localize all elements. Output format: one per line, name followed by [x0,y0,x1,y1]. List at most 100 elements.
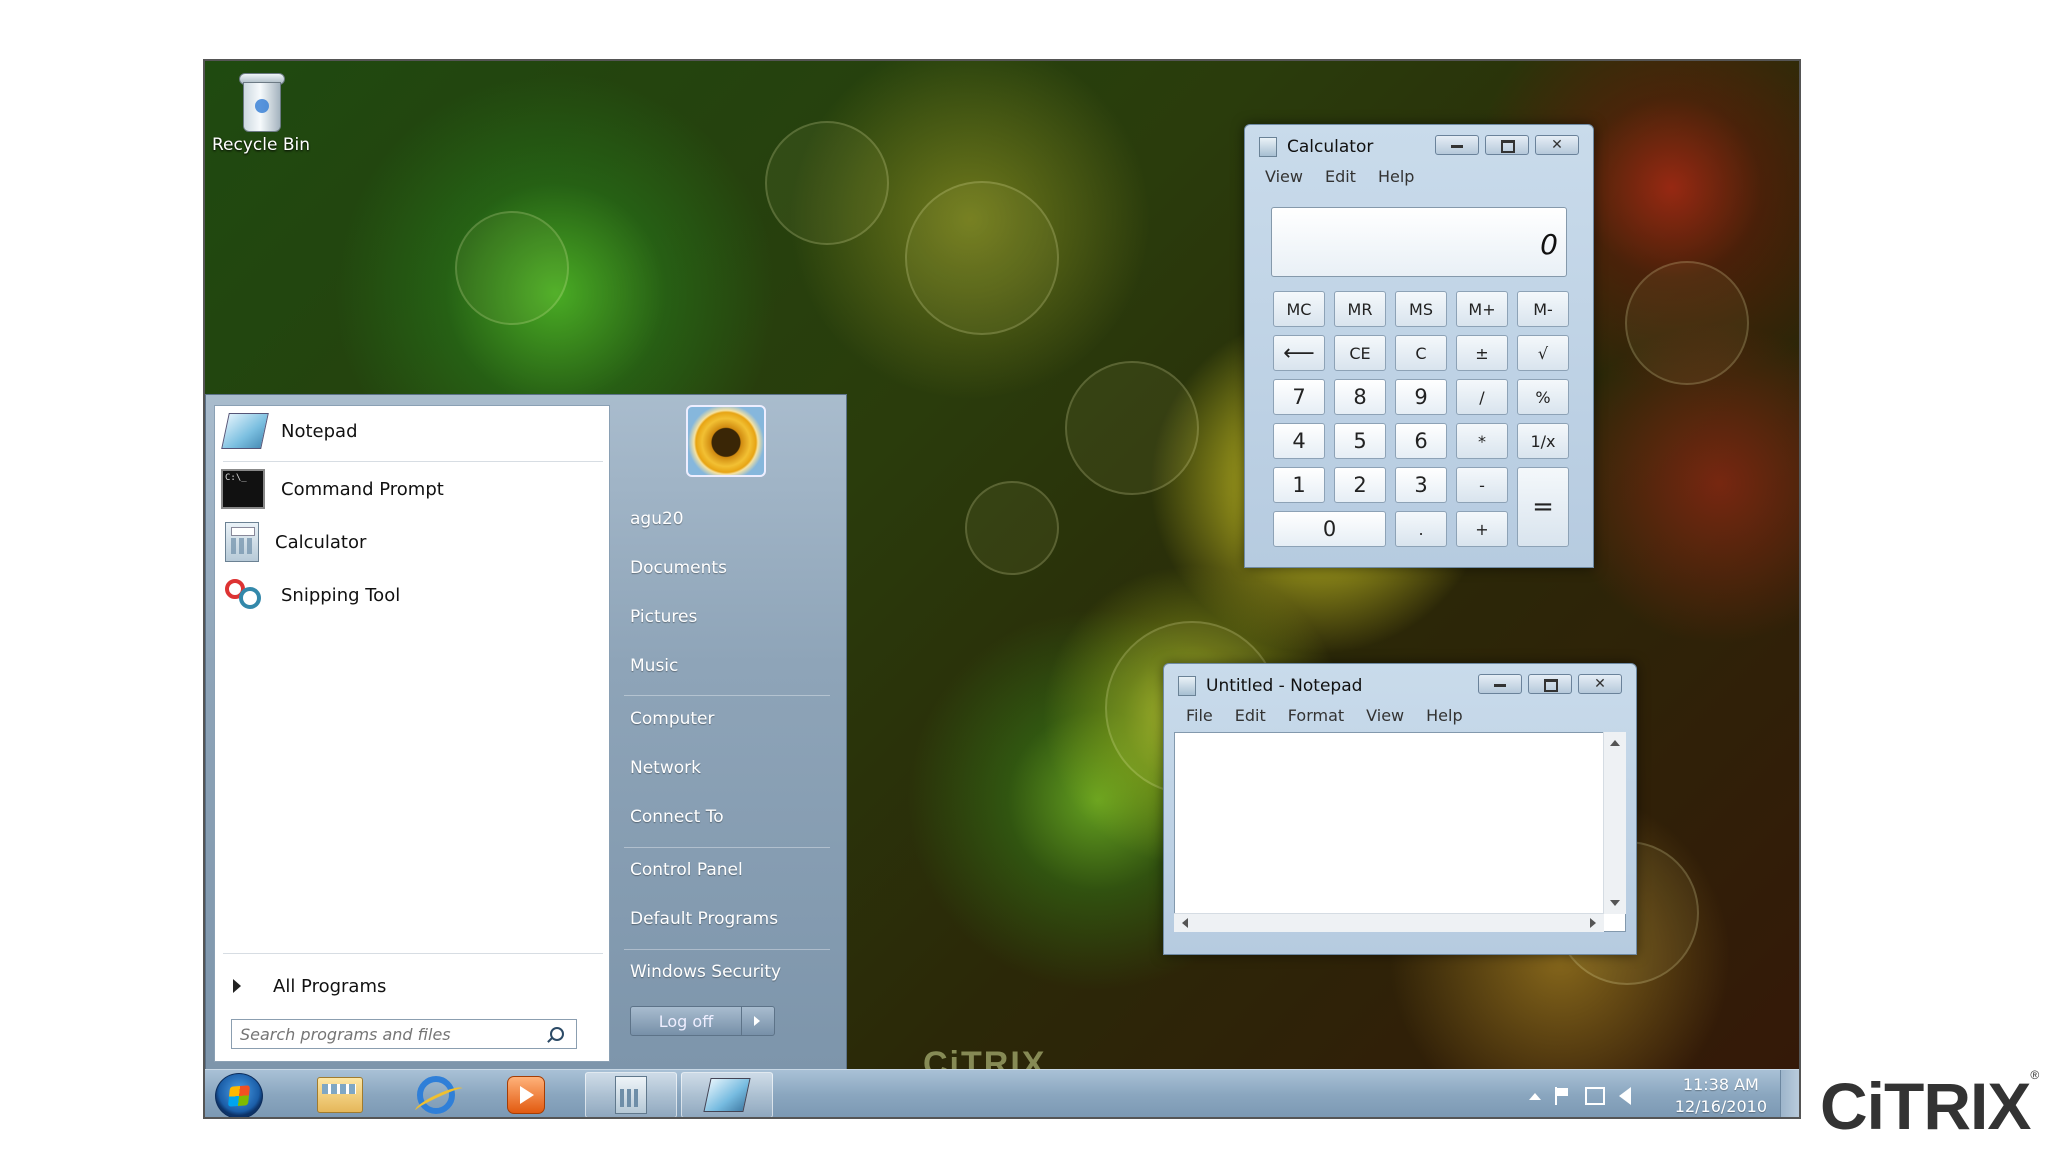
maximize-button[interactable] [1528,674,1572,694]
digit-5-button[interactable]: 5 [1334,423,1386,459]
sqrt-button[interactable]: √ [1517,335,1569,371]
recycle-bin[interactable]: Recycle Bin [211,71,311,155]
link-pictures[interactable]: Pictures [630,607,697,627]
taskbar-notepad[interactable] [681,1072,773,1117]
volume-icon[interactable] [1619,1087,1631,1105]
taskbar-internet-explorer[interactable] [401,1072,471,1117]
minimize-button[interactable] [1435,135,1479,155]
digit-4-button[interactable]: 4 [1273,423,1325,459]
ce-button[interactable]: CE [1334,335,1386,371]
taskbar-calculator[interactable] [585,1072,677,1117]
digit-1-button[interactable]: 1 [1273,467,1325,503]
link-control-panel[interactable]: Control Panel [630,860,743,880]
bokeh-bubble [1065,361,1199,495]
digit-9-button[interactable]: 9 [1395,379,1447,415]
digit-0-button[interactable]: 0 [1273,511,1386,547]
multiply-button[interactable]: * [1456,423,1508,459]
start-item-snipping-tool[interactable]: Snipping Tool [221,572,601,618]
start-item-notepad[interactable]: Notepad [221,408,601,454]
menu-help[interactable]: Help [1426,706,1462,725]
equals-button[interactable]: = [1517,467,1569,547]
taskbar-media-player[interactable] [491,1072,561,1117]
taskbar: 11:38 AM 12/16/2010 [205,1069,1799,1117]
clock[interactable]: 11:38 AM 12/16/2010 [1675,1074,1767,1117]
divider [624,847,830,848]
percent-button[interactable]: % [1517,379,1569,415]
notepad-icon [221,413,269,449]
add-button[interactable]: + [1456,511,1508,547]
divider [223,461,603,462]
action-center-flag-icon[interactable] [1555,1087,1571,1105]
start-item-calculator[interactable]: Calculator [221,519,601,565]
backspace-button[interactable]: ⟵ [1273,335,1325,371]
notepad-window: Untitled - Notepad File Edit Format View… [1163,663,1637,955]
divider [624,695,830,696]
menu-format[interactable]: Format [1288,706,1344,725]
clear-button[interactable]: C [1395,335,1447,371]
menu-view[interactable]: View [1366,706,1404,725]
notepad-title-icon [1178,676,1196,696]
start-menu-places-pane: agu20 Documents Pictures Music Computer … [610,395,846,1070]
log-off-button[interactable]: Log off [630,1006,742,1036]
link-user-folder[interactable]: agu20 [630,509,684,529]
shutdown-options-arrow-icon[interactable] [742,1006,775,1036]
calculator-title-icon [1259,137,1277,157]
start-item-label: Calculator [275,531,367,553]
menu-view[interactable]: View [1265,167,1303,186]
digit-3-button[interactable]: 3 [1395,467,1447,503]
search-input[interactable] [232,1023,542,1045]
menu-edit[interactable]: Edit [1235,706,1266,725]
network-icon[interactable] [1585,1087,1605,1105]
digit-7-button[interactable]: 7 [1273,379,1325,415]
show-hidden-icons-icon[interactable] [1529,1092,1541,1100]
snipping-tool-icon [221,575,265,615]
taskbar-explorer[interactable] [305,1072,375,1117]
decimal-button[interactable]: . [1395,511,1447,547]
subtract-button[interactable]: - [1456,467,1508,503]
digit-2-button[interactable]: 2 [1334,467,1386,503]
notepad-titlebar[interactable]: Untitled - Notepad [1178,676,1362,696]
menu-help[interactable]: Help [1378,167,1414,186]
divide-button[interactable]: / [1456,379,1508,415]
reciprocal-button[interactable]: 1/x [1517,423,1569,459]
digit-6-button[interactable]: 6 [1395,423,1447,459]
start-item-label: Notepad [281,420,358,442]
close-button[interactable] [1535,135,1579,155]
link-windows-security[interactable]: Windows Security [630,962,781,982]
show-desktop-button[interactable] [1780,1070,1799,1117]
all-programs-label: All Programs [273,975,387,997]
internet-explorer-icon [417,1076,455,1114]
clock-time: 11:38 AM [1682,1075,1759,1094]
notepad-text-area[interactable] [1174,732,1626,932]
recycle-bin-icon [237,71,285,133]
link-connect-to[interactable]: Connect To [630,807,724,827]
calculator-titlebar[interactable]: Calculator [1259,137,1373,157]
link-music[interactable]: Music [630,656,678,676]
calculator-icon [225,522,259,562]
calculator-title: Calculator [1287,137,1374,157]
start-button[interactable] [215,1073,263,1117]
menu-file[interactable]: File [1186,706,1213,725]
start-item-command-prompt[interactable]: C:\_ Command Prompt [221,466,601,512]
mr-button[interactable]: MR [1334,291,1386,327]
link-network[interactable]: Network [630,758,701,778]
m-minus-button[interactable]: M- [1517,291,1569,327]
minimize-button[interactable] [1478,674,1522,694]
command-prompt-icon: C:\_ [221,469,265,509]
digit-8-button[interactable]: 8 [1334,379,1386,415]
arrow-right-icon [233,979,241,993]
all-programs-button[interactable]: All Programs [229,969,599,1003]
m-plus-button[interactable]: M+ [1456,291,1508,327]
menu-edit[interactable]: Edit [1325,167,1356,186]
calculator-menubar: View Edit Help [1265,167,1414,186]
maximize-button[interactable] [1485,135,1529,155]
link-documents[interactable]: Documents [630,558,727,578]
ms-button[interactable]: MS [1395,291,1447,327]
plus-minus-button[interactable]: ± [1456,335,1508,371]
link-default-programs[interactable]: Default Programs [630,909,778,929]
link-computer[interactable]: Computer [630,709,715,729]
mc-button[interactable]: MC [1273,291,1325,327]
close-button[interactable] [1578,674,1622,694]
search-icon[interactable] [550,1027,564,1041]
user-picture[interactable] [686,405,766,477]
